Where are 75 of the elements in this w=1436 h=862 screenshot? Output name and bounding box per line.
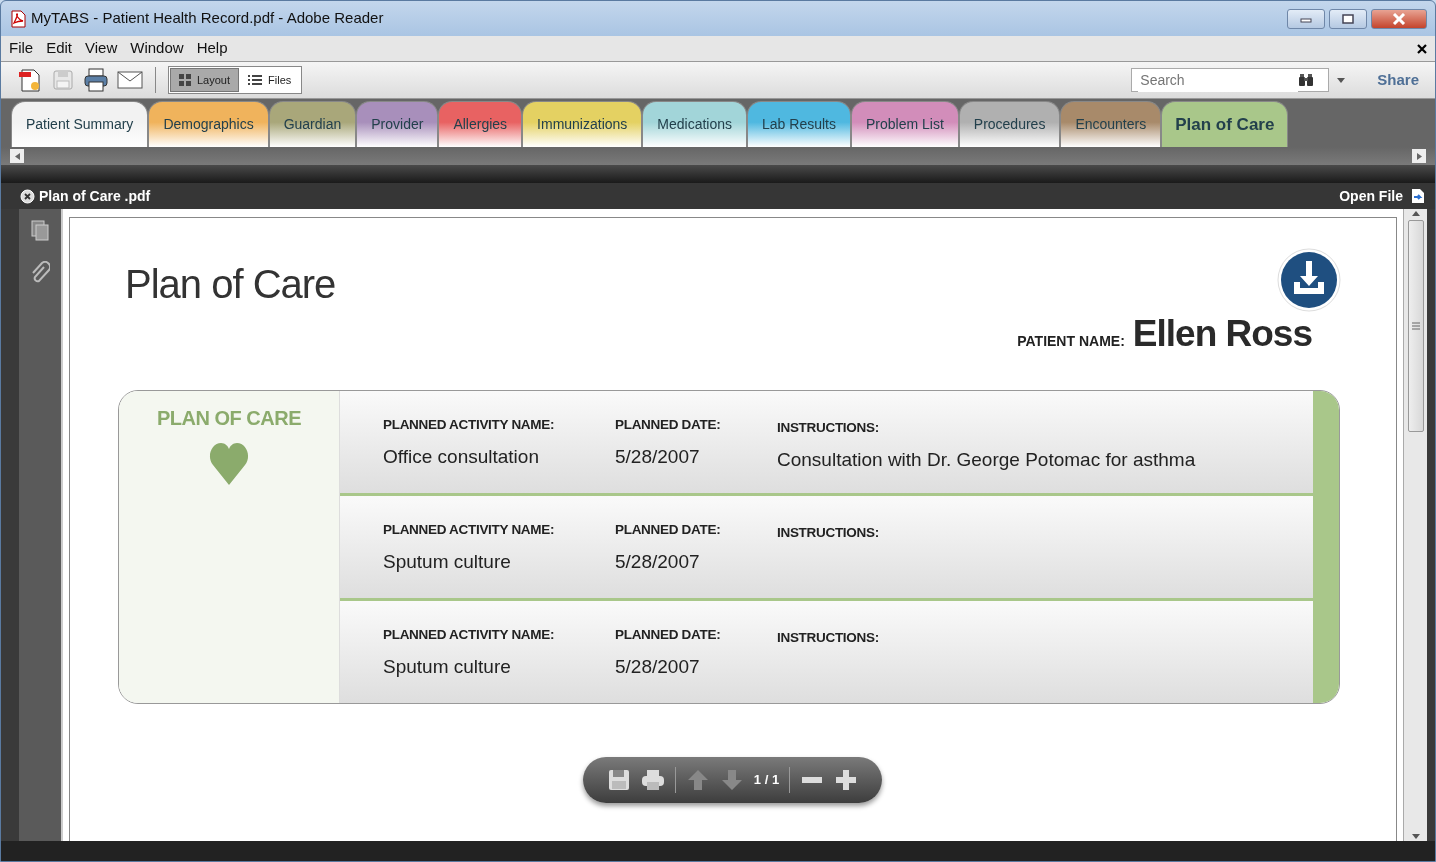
maximize-button[interactable] xyxy=(1329,8,1367,29)
minimize-button[interactable] xyxy=(1287,8,1325,29)
tab[interactable]: Guardian xyxy=(268,101,357,147)
patient-name: Ellen Ross xyxy=(1132,312,1312,356)
tab[interactable]: Demographics xyxy=(148,101,269,147)
tab[interactable]: Provider xyxy=(356,101,439,147)
view-toggle-button[interactable]: Layout xyxy=(170,67,240,93)
activity-name: Sputum culture xyxy=(383,654,512,679)
page-title: Plan of Care xyxy=(125,261,336,308)
planned-date: 5/28/2007 xyxy=(615,444,701,469)
tab[interactable]: Encounters xyxy=(1060,101,1162,147)
activity-label: PLANNED ACTIVITY NAME: xyxy=(383,415,556,434)
menu-item[interactable]: Window xyxy=(130,37,192,60)
tab[interactable]: Procedures xyxy=(958,101,1061,147)
heart-icon xyxy=(209,440,249,485)
file-name: Plan of Care .pdf xyxy=(39,186,151,206)
right-arrow-icon xyxy=(1416,152,1422,160)
close-circle-icon[interactable] xyxy=(20,188,35,204)
maximize-icon xyxy=(1342,13,1354,24)
grip-icon xyxy=(1411,322,1420,330)
activity-label: PLANNED ACTIVITY NAME: xyxy=(383,520,556,539)
printer-icon[interactable] xyxy=(83,67,109,93)
menu-item[interactable]: File xyxy=(9,37,42,60)
instructions-label: INSTRUCTIONS: xyxy=(777,523,879,542)
grid-icon xyxy=(179,74,191,86)
tab[interactable]: Patient Summary xyxy=(11,101,149,147)
planned-date: 5/28/2007 xyxy=(615,654,701,679)
scroll-right-button[interactable] xyxy=(1412,149,1426,163)
create-document-icon[interactable] xyxy=(17,67,43,93)
instructions-label: INSTRUCTIONS: xyxy=(777,628,879,647)
tab[interactable]: Plan of Care xyxy=(1161,101,1289,147)
envelope-icon[interactable] xyxy=(117,70,143,90)
menu-item[interactable]: Help xyxy=(196,37,236,60)
download-icon[interactable] xyxy=(1277,248,1341,312)
tab[interactable]: Immunizations xyxy=(522,101,643,147)
left-arrow-icon xyxy=(14,152,20,160)
save-icon[interactable] xyxy=(606,767,631,792)
menu-item[interactable]: View xyxy=(85,37,126,60)
section-title: PLAN OF CARE xyxy=(157,405,301,431)
pages-icon[interactable] xyxy=(30,219,50,241)
pdf-document-icon xyxy=(9,9,27,28)
open-file-icon[interactable] xyxy=(1411,188,1425,204)
close-button[interactable] xyxy=(1371,8,1427,29)
window-title: MyTABS - Patient Health Record.pdf - Adobe Reader xyxy=(31,8,384,29)
date-label: PLANNED DATE: xyxy=(615,415,722,434)
tab[interactable]: Problem List xyxy=(851,101,959,147)
instructions-label: INSTRUCTIONS: xyxy=(777,418,880,437)
patient-name-label: PATIENT NAME: xyxy=(1017,332,1125,351)
tab[interactable]: Medications xyxy=(642,101,748,147)
up-arrow-icon[interactable] xyxy=(1411,211,1420,216)
zoom-in-icon[interactable] xyxy=(834,767,859,792)
close-icon xyxy=(1392,12,1406,25)
activity-name: Sputum culture xyxy=(383,549,512,574)
caret-icon[interactable] xyxy=(1337,77,1346,83)
search-field[interactable]: Search xyxy=(1131,68,1330,92)
share-link[interactable]: Share xyxy=(1371,67,1425,93)
tab[interactable]: Lab Results xyxy=(747,101,851,147)
scrollbar-thumb[interactable] xyxy=(1407,220,1424,432)
activity-label: PLANNED ACTIVITY NAME: xyxy=(383,625,556,644)
printer-icon[interactable] xyxy=(640,767,665,792)
list-icon xyxy=(248,74,263,86)
open-file-link[interactable]: Open File xyxy=(1339,185,1403,207)
date-label: PLANNED DATE: xyxy=(615,520,722,539)
paperclip-icon[interactable] xyxy=(30,261,50,285)
binoculars-icon xyxy=(1298,73,1315,87)
down-arrow-icon[interactable] xyxy=(1411,834,1420,839)
menu-item[interactable]: Edit xyxy=(46,37,81,60)
planned-date: 5/28/2007 xyxy=(615,549,701,574)
activity-name: Office consultation xyxy=(383,444,540,469)
page-indicator: 1 / 1 xyxy=(753,770,780,789)
instructions-text: Consultation with Dr. George Potomac for asthma xyxy=(777,447,1196,472)
tab[interactable]: Allergies xyxy=(438,101,523,147)
scroll-left-button[interactable] xyxy=(10,149,24,163)
date-label: PLANNED DATE: xyxy=(615,625,722,644)
close-icon[interactable] xyxy=(1417,43,1427,54)
